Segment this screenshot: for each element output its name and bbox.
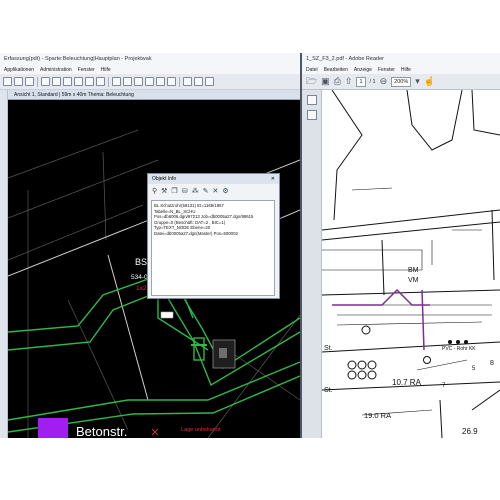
toolbar-delete-button[interactable] — [145, 77, 154, 86]
zoom-select[interactable]: 200% — [391, 76, 412, 87]
toolbar-save-button[interactable] — [25, 77, 34, 86]
page-thumbnails-icon[interactable] — [306, 95, 317, 105]
pdf-label-number-8: 8 — [490, 360, 494, 367]
page-number-input[interactable]: 1 — [356, 76, 366, 87]
pan-tool-icon[interactable]: ☝ — [424, 77, 435, 86]
pdf-circle-markers — [347, 325, 431, 380]
toolbar-new-button[interactable] — [3, 77, 12, 86]
menu-fenster[interactable]: Fenster — [78, 67, 95, 74]
screenshot-frame: Erfassung(pdt) - Sparte:Beleuchtung|Haup… — [0, 53, 500, 438]
menu-hilfe[interactable]: Hilfe — [401, 67, 411, 74]
object-info-dialog[interactable]: Objekt Info ✕ ⚲ ⚒ ❐ ⛁ ⁂ ✎ ✕ ⚙ BL Schutzr… — [147, 173, 280, 299]
cad-label-lage: Lage unbekannt — [181, 427, 221, 433]
menu-bearbeiten[interactable]: Bearbeiten — [324, 67, 348, 74]
toolbar-move-button[interactable] — [52, 77, 61, 86]
attachments-icon[interactable] — [306, 110, 317, 120]
object-info-line: Datei=db0005a27.dgn(Master) Pos=600002 — [154, 230, 238, 236]
cad-magenta-marker — [38, 418, 68, 438]
object-info-title: Objekt Info — [152, 176, 177, 182]
tool-icon[interactable]: ⚒ — [161, 188, 167, 195]
toolbar-open-button[interactable] — [14, 77, 23, 86]
pdf-label-distance-3: 26.9 — [462, 427, 478, 436]
toolbar-help-button[interactable] — [205, 77, 214, 86]
menu-applikationen[interactable]: Applikationen — [4, 67, 34, 74]
toolbar-separator — [108, 76, 109, 87]
cad-red-x-marker — [151, 428, 159, 436]
pdf-label-distance-2: 19.0 RA — [364, 411, 391, 420]
pdf-label-st-2: St. — [324, 387, 333, 394]
object-info-toolbar: ⚲ ⚒ ❐ ⛁ ⁂ ✎ ✕ ⚙ — [148, 184, 279, 198]
page-total: / 1 — [369, 78, 376, 85]
toolbar-pan-button[interactable] — [96, 77, 105, 86]
settings-icon[interactable]: ⚙ — [222, 188, 228, 195]
pdf-label-number-7: 7 — [442, 383, 446, 389]
toolbar-layer-button[interactable] — [123, 77, 132, 86]
delete-icon[interactable]: ✕ — [212, 188, 218, 195]
menu-hilfe[interactable]: Hilfe — [101, 67, 111, 74]
toolbar-fit-button[interactable] — [85, 77, 94, 86]
object-info-titlebar[interactable]: Objekt Info ✕ — [148, 174, 279, 184]
toolbar-separator — [37, 76, 38, 87]
close-icon[interactable]: ✕ — [271, 176, 275, 182]
toolbar-select-button[interactable] — [41, 77, 50, 86]
toolbar-zoom-in-button[interactable] — [63, 77, 72, 86]
pdf-drawing: BM VM PVC - Rohr KK St. St. 10.7 RA 19.0… — [322, 90, 500, 438]
pdf-reader-window: 1_SZ_F3_2.pdf - Adobe Reader Datei Bearb… — [300, 53, 500, 438]
cad-label-bs: BS — [135, 257, 147, 267]
menu-fenster[interactable]: Fenster — [378, 67, 395, 74]
gis-window-title: Erfassung(pdt) - Sparte:Beleuchtung|Haup… — [0, 53, 300, 65]
toolbar-info-button[interactable] — [134, 77, 143, 86]
layers-icon[interactable]: ❐ — [171, 188, 177, 195]
gis-toolbar — [0, 74, 300, 90]
object-info-text-area[interactable]: BL Schutzrohr(59131) ID=1169/1967 Tabell… — [151, 200, 275, 296]
menu-datei[interactable]: Datei — [306, 67, 318, 74]
menu-administration[interactable]: Administration — [40, 67, 72, 74]
pdf-label-number-5: 5 — [472, 366, 476, 372]
print-icon[interactable]: ⎙ — [334, 77, 341, 86]
toolbar-separator — [179, 76, 180, 87]
magnifier-icon[interactable]: ⚲ — [152, 188, 157, 195]
cad-map-canvas[interactable]: BS 534-0002 1x25/25 Betonstr. Lage unbek… — [8, 100, 300, 438]
chevron-down-icon[interactable]: ▾ — [415, 77, 420, 86]
pdf-dots — [448, 340, 468, 344]
menu-anzeige[interactable]: Anzeige — [354, 67, 372, 74]
cad-label-street: Betonstr. — [76, 424, 127, 438]
pdf-purple-cable — [332, 288, 430, 351]
pdf-label-bm: BM — [408, 267, 419, 274]
pdf-label-distance-1: 10.7 RA — [392, 378, 422, 387]
cad-connector — [160, 311, 174, 319]
pdf-label-vm: VM — [408, 277, 419, 284]
gis-application-window: Erfassung(pdt) - Sparte:Beleuchtung|Haup… — [0, 53, 300, 438]
toolbar-zoom-out-button[interactable] — [74, 77, 83, 86]
pdf-page-canvas[interactable]: BM VM PVC - Rohr KK St. St. 10.7 RA 19.0… — [322, 90, 500, 438]
toolbar-measure-button[interactable] — [112, 77, 121, 86]
gis-menubar: Applikationen Administration Fenster Hil… — [0, 65, 300, 74]
toolbar-cut-button[interactable] — [156, 77, 165, 86]
cad-green-box-tick — [191, 344, 207, 346]
toolbar-refresh-button[interactable] — [183, 77, 192, 86]
reader-window-title: 1_SZ_F3_2.pdf - Adobe Reader — [302, 53, 500, 65]
toolbar-edit-button[interactable] — [194, 77, 203, 86]
pencil-icon[interactable]: ✎ — [203, 188, 209, 195]
zoom-out-icon[interactable]: ⊖ — [380, 77, 388, 86]
view-title: Ansicht 1, Standard | 59m x 40m Thema: B… — [8, 90, 300, 100]
page-up-icon[interactable]: ⇧ — [345, 77, 353, 86]
database-icon[interactable]: ⛁ — [182, 188, 188, 195]
gis-side-panel[interactable] — [0, 90, 8, 438]
reader-sidebar — [302, 90, 322, 438]
reader-toolbar: 🗁 ▣ ⎙ ⇧ 1 / 1 ⊖ 200% ▾ ☝ — [302, 74, 500, 90]
cad-equipment-fill — [219, 348, 227, 358]
pdf-label-pvc: PVC - Rohr KK — [442, 346, 476, 352]
open-folder-icon[interactable]: 🗁 — [306, 77, 317, 86]
pdf-label-st-1: St. — [324, 345, 333, 352]
network-icon[interactable]: ⁂ — [192, 188, 199, 195]
toolbar-print-button[interactable] — [167, 77, 176, 86]
reader-menubar: Datei Bearbeiten Anzeige Fenster Hilfe — [302, 65, 500, 74]
save-icon[interactable]: ▣ — [321, 77, 330, 86]
